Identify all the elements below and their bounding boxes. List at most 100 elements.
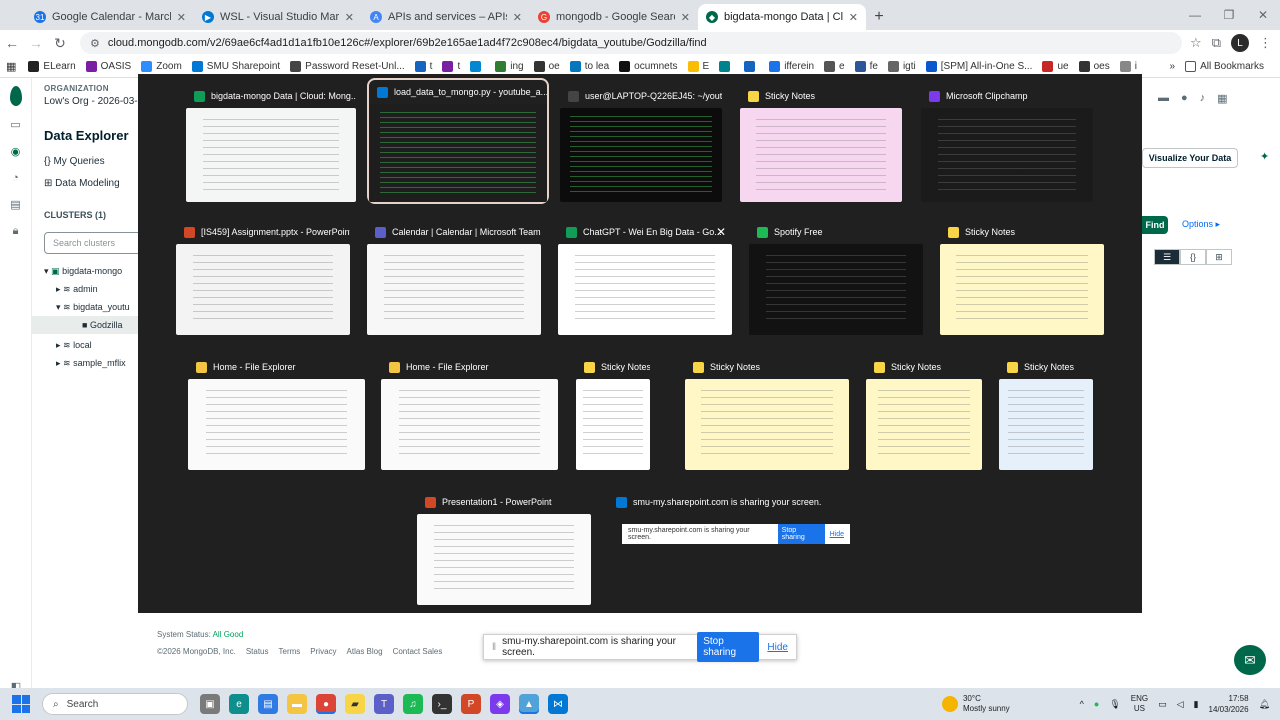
task-view-window[interactable]: [IS459] Assignment.pptx - PowerPoint bbox=[176, 220, 350, 335]
task-view-window[interactable]: bigdata-mongo Data | Cloud: Mong... bbox=[186, 84, 356, 202]
find-button[interactable]: Find bbox=[1142, 216, 1168, 234]
store-icon[interactable]: ▤ bbox=[258, 694, 278, 714]
bookmark-item[interactable]: ocumnets bbox=[619, 61, 678, 72]
bookmark-item[interactable]: e bbox=[824, 61, 845, 72]
tree-db-admin[interactable]: ▸ ≋ admin bbox=[56, 284, 98, 295]
user-icon[interactable]: ● bbox=[1181, 92, 1188, 105]
bookmark-item[interactable]: Zoom bbox=[141, 61, 182, 72]
bookmark-item[interactable] bbox=[744, 61, 759, 72]
bookmark-item[interactable]: OASIS bbox=[85, 61, 131, 72]
browser-tab[interactable]: ▶ WSL - Visual Studio Marketplace ✕ bbox=[194, 4, 362, 30]
url-field[interactable]: ⚙ cloud.mongodb.com/v2/69ae6cf4ad1d1a1fb… bbox=[80, 32, 1183, 54]
task-view-icon[interactable]: ▣ bbox=[200, 694, 220, 714]
terminal-icon[interactable]: ›_ bbox=[432, 694, 452, 714]
bookmark-item[interactable]: t bbox=[414, 61, 432, 72]
overview-icon[interactable]: ▭ bbox=[0, 118, 31, 131]
close-window-icon[interactable]: ✕ bbox=[1246, 0, 1280, 30]
tree-db-sample[interactable]: ▸ ≋ sample_mflix bbox=[56, 358, 126, 369]
network-icon[interactable]: ▭ bbox=[1158, 699, 1167, 710]
tray-chevron-icon[interactable]: ^ bbox=[1080, 699, 1084, 709]
task-view-window[interactable]: ChatGPT - Wei En Big Data - Go... ✕ bbox=[558, 220, 732, 335]
menu-kebab-icon[interactable]: ⋮ bbox=[1259, 35, 1272, 51]
teams-icon[interactable]: T bbox=[374, 694, 394, 714]
site-info-icon[interactable]: ⚙ bbox=[90, 37, 100, 50]
bookmark-item[interactable]: ue bbox=[1042, 61, 1069, 72]
footer-link[interactable]: Atlas Blog bbox=[347, 647, 383, 656]
task-view-window[interactable]: Sticky Notes bbox=[740, 84, 902, 202]
mongodb-leaf-icon[interactable] bbox=[10, 86, 22, 106]
bookmark-item[interactable]: igti bbox=[887, 61, 916, 72]
tab-close-icon[interactable]: ✕ bbox=[849, 11, 858, 24]
bookmark-item[interactable]: fe bbox=[854, 61, 878, 72]
minimize-icon[interactable]: — bbox=[1178, 0, 1212, 30]
task-view-window[interactable]: Sticky Notes bbox=[576, 355, 650, 470]
task-view-window[interactable]: Home - File Explorer bbox=[188, 355, 365, 470]
options-link[interactable]: Options ▸ bbox=[1182, 219, 1220, 230]
file-explorer-icon[interactable]: ▬ bbox=[287, 694, 307, 714]
bookmark-item[interactable]: t bbox=[442, 61, 460, 72]
bookmark-item[interactable]: i bbox=[1119, 61, 1137, 72]
extensions-icon[interactable]: ⧉ bbox=[1212, 35, 1221, 51]
bookmark-item[interactable]: [SPM] All-in-One S... bbox=[925, 61, 1032, 72]
footer-link[interactable]: Status bbox=[246, 647, 269, 656]
all-bookmarks-folder[interactable]: All Bookmarks bbox=[1185, 61, 1264, 72]
panel-icon[interactable]: ▬ bbox=[1158, 92, 1169, 105]
footer-link[interactable]: Privacy bbox=[310, 647, 336, 656]
browser-tab[interactable]: A APIs and services – APIs and services ✕ bbox=[362, 4, 530, 30]
apps-grid-icon[interactable]: ▦ bbox=[6, 60, 16, 73]
tab-close-icon[interactable]: ✕ bbox=[345, 11, 354, 24]
battery-icon[interactable]: ▮ bbox=[1194, 699, 1199, 710]
vscode-taskbar-icon[interactable]: ▲ bbox=[519, 694, 539, 714]
task-view-window[interactable]: Sticky Notes bbox=[866, 355, 982, 470]
tree-db-bigdata[interactable]: ▾ ≋ bigdata_youtu bbox=[56, 302, 130, 313]
task-view-window[interactable]: Microsoft Clipchamp bbox=[921, 84, 1093, 202]
bookmark-item[interactable]: ELearn bbox=[28, 61, 76, 72]
clock[interactable]: 17:58 14/03/2026 bbox=[1209, 693, 1249, 715]
tree-db-local[interactable]: ▸ ≋ local bbox=[56, 340, 92, 351]
close-window-icon[interactable]: ✕ bbox=[716, 225, 726, 239]
new-tab-button[interactable]: + bbox=[866, 4, 892, 30]
json-view-icon[interactable]: {} bbox=[1180, 249, 1206, 265]
volume-icon[interactable]: ◁ bbox=[1177, 699, 1184, 710]
services-icon[interactable]: ◔ bbox=[0, 172, 31, 184]
bookmark-item[interactable]: E bbox=[687, 61, 709, 72]
powerpoint-icon[interactable]: P bbox=[461, 694, 481, 714]
bookmark-item[interactable]: Password Reset-Unl... bbox=[290, 61, 405, 72]
bookmark-item[interactable] bbox=[719, 61, 734, 72]
app-grid-icon[interactable]: ▦ bbox=[1217, 92, 1227, 105]
reload-icon[interactable]: ↻ bbox=[48, 35, 72, 52]
weather-widget[interactable]: 30°C Mostly sunny bbox=[941, 694, 1010, 714]
browser-tab[interactable]: 31 Google Calendar - March 2026 ✕ bbox=[26, 4, 194, 30]
vscode-icon[interactable]: ⋈ bbox=[548, 694, 568, 714]
task-view-window[interactable]: Home - File Explorer bbox=[381, 355, 558, 470]
tab-close-icon[interactable]: ✕ bbox=[681, 11, 690, 24]
drag-handle-icon[interactable]: ‖ bbox=[492, 642, 496, 653]
footer-link[interactable]: Contact Sales bbox=[393, 647, 443, 656]
bookmark-item[interactable] bbox=[470, 61, 485, 72]
tree-cluster[interactable]: ▾ ▣ bigdata-mongo bbox=[44, 266, 122, 277]
task-view-window[interactable]: Sticky Notes bbox=[940, 220, 1104, 335]
monitor-icon[interactable]: ▤ bbox=[0, 198, 31, 211]
start-windows-icon[interactable] bbox=[12, 695, 30, 713]
bookmark-item[interactable]: ing bbox=[495, 61, 524, 72]
task-view-window[interactable]: load_data_to_mongo.py - youtube_a... bbox=[367, 78, 549, 204]
chrome-icon[interactable]: ● bbox=[316, 694, 336, 714]
notification-bell-icon[interactable]: 🔔︎ bbox=[1259, 699, 1270, 710]
task-view-window[interactable]: Sticky Notes bbox=[685, 355, 849, 470]
sidebar-item-my-queries[interactable]: {} My Queries bbox=[44, 156, 105, 167]
security-lock-icon[interactable]: 🔒︎ bbox=[0, 225, 31, 238]
chat-support-button[interactable]: ✉ bbox=[1234, 645, 1266, 675]
task-view-window[interactable]: Sticky Notes bbox=[999, 355, 1093, 470]
sparkle-icon[interactable]: ✦ bbox=[1260, 150, 1269, 163]
list-view-icon[interactable]: ☰ bbox=[1154, 249, 1180, 265]
bookmark-item[interactable]: ifferein bbox=[769, 61, 814, 72]
restore-icon[interactable]: ❐ bbox=[1212, 0, 1246, 30]
spotify-icon[interactable]: ♫ bbox=[403, 694, 423, 714]
task-view-window[interactable]: Presentation1 - PowerPoint bbox=[417, 490, 591, 605]
status-good-link[interactable]: All Good bbox=[213, 630, 244, 639]
profile-avatar[interactable]: L bbox=[1231, 34, 1249, 52]
visualize-data-button[interactable]: Visualize Your Data bbox=[1142, 148, 1238, 168]
sidebar-item-data-modeling[interactable]: ⊞ Data Modeling bbox=[44, 178, 120, 189]
taskbar-search[interactable]: ⌕ Search bbox=[42, 693, 188, 715]
table-view-icon[interactable]: ⊞ bbox=[1206, 249, 1232, 265]
